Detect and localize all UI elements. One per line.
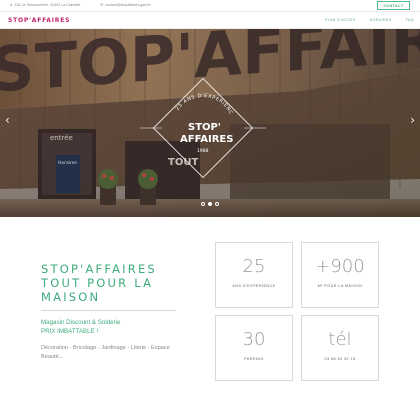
divider	[41, 310, 176, 311]
hero-slider: STOP'AFFAIRES entrée Horaires TOUT 25 AN…	[0, 29, 420, 217]
address-text: ZAC la Tartasonnière, 30400 La Calmette	[14, 3, 81, 7]
emblem-title-line2: AFFAIRES	[180, 134, 233, 145]
hero-photo: STOP'AFFAIRES entrée Horaires TOUT 25 AN…	[0, 29, 420, 217]
envelope-icon: ✉	[100, 2, 104, 7]
phone-number[interactable]: 04 66 63 32 15	[302, 357, 378, 361]
emblem-year-text: 1988	[197, 148, 209, 154]
stat-tile-parking: 30 PARKING	[215, 315, 293, 381]
email-item[interactable]: ✉ contact@stopaffaires-gard.fr	[100, 2, 151, 8]
stat-value: 30	[242, 329, 266, 350]
stat-value: 25	[242, 256, 266, 277]
slider-next-arrow-icon[interactable]: ›	[410, 113, 415, 127]
main-nav: PLAN D'ACCES HORAIRES FAQ	[325, 18, 414, 22]
slider-dot-2[interactable]	[208, 202, 212, 206]
site-logo[interactable]: STOP'AFFAIRES	[8, 17, 70, 24]
emblem-title-line1: STOP'	[188, 122, 221, 133]
slider-dot-1[interactable]	[201, 202, 205, 206]
stat-tile-phone[interactable]: tél 04 66 63 32 15	[301, 315, 379, 381]
slider-dots	[201, 202, 219, 206]
stat-label: ANS D'EXPERIENCE	[232, 284, 276, 288]
slider-dot-3[interactable]	[215, 202, 219, 206]
location-pin-icon: ●	[10, 2, 13, 7]
contact-button[interactable]: CONTACT	[377, 1, 410, 10]
stat-value: +900	[315, 256, 365, 277]
nav-horaires[interactable]: HORAIRES	[370, 18, 392, 22]
subtitle-store-type: Magasin Discount & Solderie	[41, 319, 121, 326]
slider-prev-arrow-icon[interactable]: ‹	[5, 113, 10, 127]
stat-tile-experience: 25 ANS D'EXPERIENCE	[215, 242, 293, 308]
nav-plan-acces[interactable]: PLAN D'ACCES	[325, 18, 356, 22]
main-tagline: STOP'AFFAIRES TOUT POUR LA MAISON	[41, 262, 157, 304]
top-info-bar: ● ZAC la Tartasonnière, 30400 La Calmett…	[0, 0, 420, 12]
nav-faq[interactable]: FAQ	[406, 18, 414, 22]
stat-label: M² POUR LA MAISON	[317, 284, 363, 288]
address-item: ● ZAC la Tartasonnière, 30400 La Calmett…	[10, 2, 81, 8]
email-text[interactable]: contact@stopaffaires-gard.fr	[105, 3, 150, 7]
stat-value: tél	[328, 329, 352, 350]
main-header: STOP'AFFAIRES PLAN D'ACCES HORAIRES FAQ	[0, 12, 420, 29]
stat-label: PARKING	[244, 357, 264, 361]
stat-tile-surface: +900 M² POUR LA MAISON	[301, 242, 379, 308]
subtitle-price: PRIX IMBATTABLE !	[41, 328, 99, 335]
store-description: Décoration - Bricolage - Jardinage - Lit…	[41, 345, 170, 360]
